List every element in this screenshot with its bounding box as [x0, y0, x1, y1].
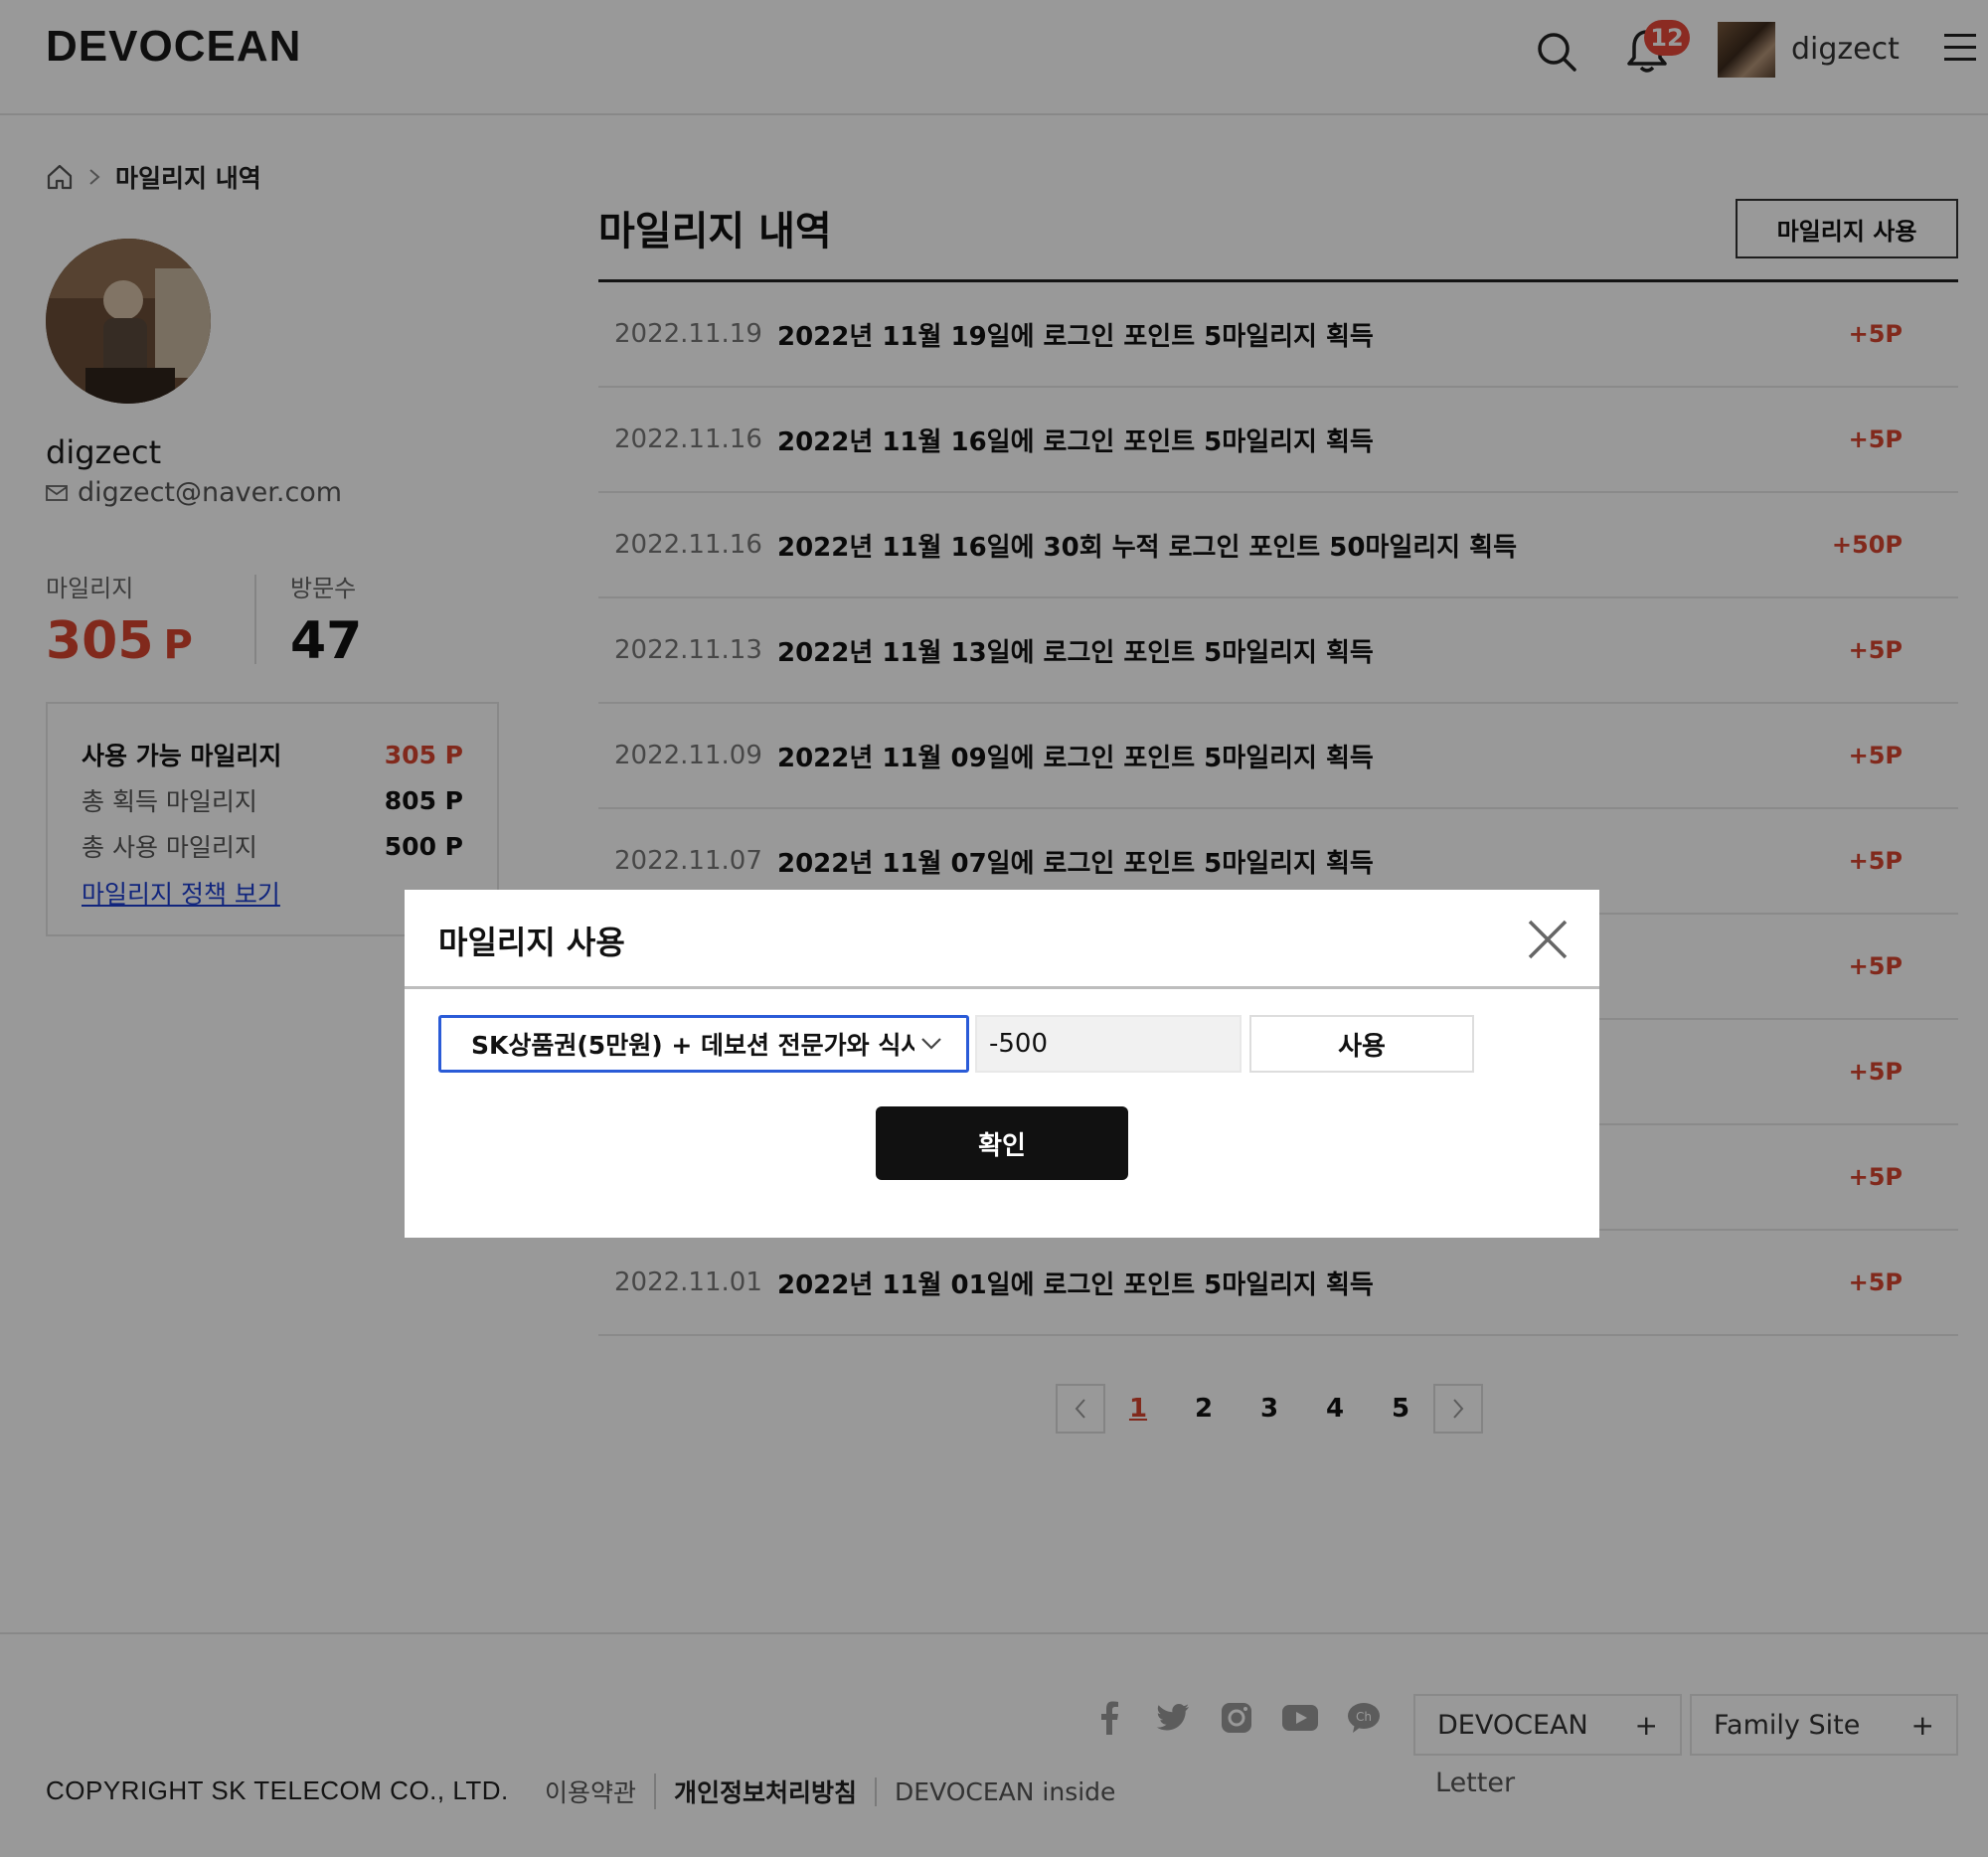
reward-select[interactable]: SK상품권(5만원) + 데보션 전문가와 식사	[438, 1015, 969, 1073]
modal-title: 마일리지 사용	[438, 924, 625, 961]
mileage-amount-field[interactable]: -500	[975, 1015, 1242, 1073]
modal-divider	[405, 986, 1599, 989]
apply-use-button[interactable]: 사용	[1249, 1015, 1474, 1073]
close-icon[interactable]	[1524, 916, 1572, 963]
mileage-use-modal: 마일리지 사용 SK상품권(5만원) + 데보션 전문가와 식사 -500 사용…	[405, 890, 1599, 1238]
confirm-button[interactable]: 확인	[876, 1106, 1128, 1180]
chevron-down-icon	[921, 1038, 941, 1050]
